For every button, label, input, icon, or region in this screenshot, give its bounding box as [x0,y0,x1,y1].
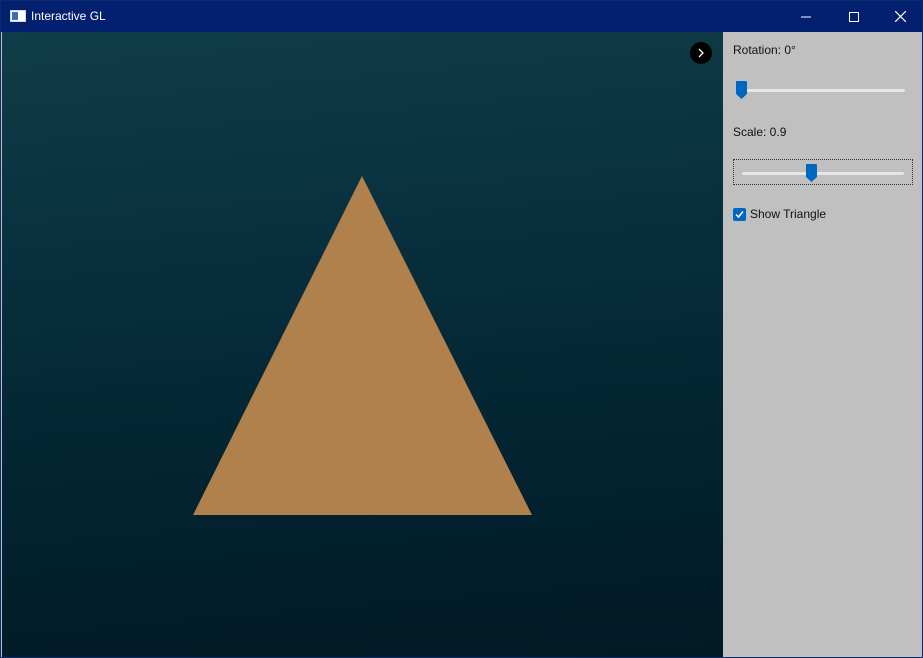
close-icon [894,11,906,22]
show-triangle-label: Show Triangle [750,207,827,221]
rotation-label: Rotation: 0° [733,43,796,57]
maximize-button[interactable] [831,1,877,32]
panel-toggle-button[interactable] [690,42,712,64]
triangle-shape [193,176,532,515]
checkmark-icon [735,210,744,218]
minimize-icon [801,16,811,17]
close-button[interactable] [877,1,922,32]
maximize-icon [849,11,859,22]
slider-thumb[interactable] [805,164,817,182]
minimize-button[interactable] [783,1,829,32]
slider-track [741,89,905,92]
slider-track [742,172,904,175]
gl-viewport[interactable] [2,32,723,657]
show-triangle-option[interactable]: Show Triangle [733,206,826,222]
window-title: Interactive GL [31,9,106,23]
app-window: Interactive GL Rotation: 0° Scale: 0.9 S… [0,0,923,658]
title-bar[interactable]: Interactive GL [1,1,922,32]
scene [193,176,532,515]
show-triangle-checkbox[interactable] [733,207,746,221]
rotation-slider[interactable] [733,77,913,103]
controls-panel: Rotation: 0° Scale: 0.9 Show Triangle [723,32,922,657]
app-icon [10,10,26,22]
scale-slider[interactable] [733,159,913,185]
scale-label: Scale: 0.9 [733,125,787,139]
slider-thumb[interactable] [735,81,747,99]
chevron-right-icon [698,48,704,58]
